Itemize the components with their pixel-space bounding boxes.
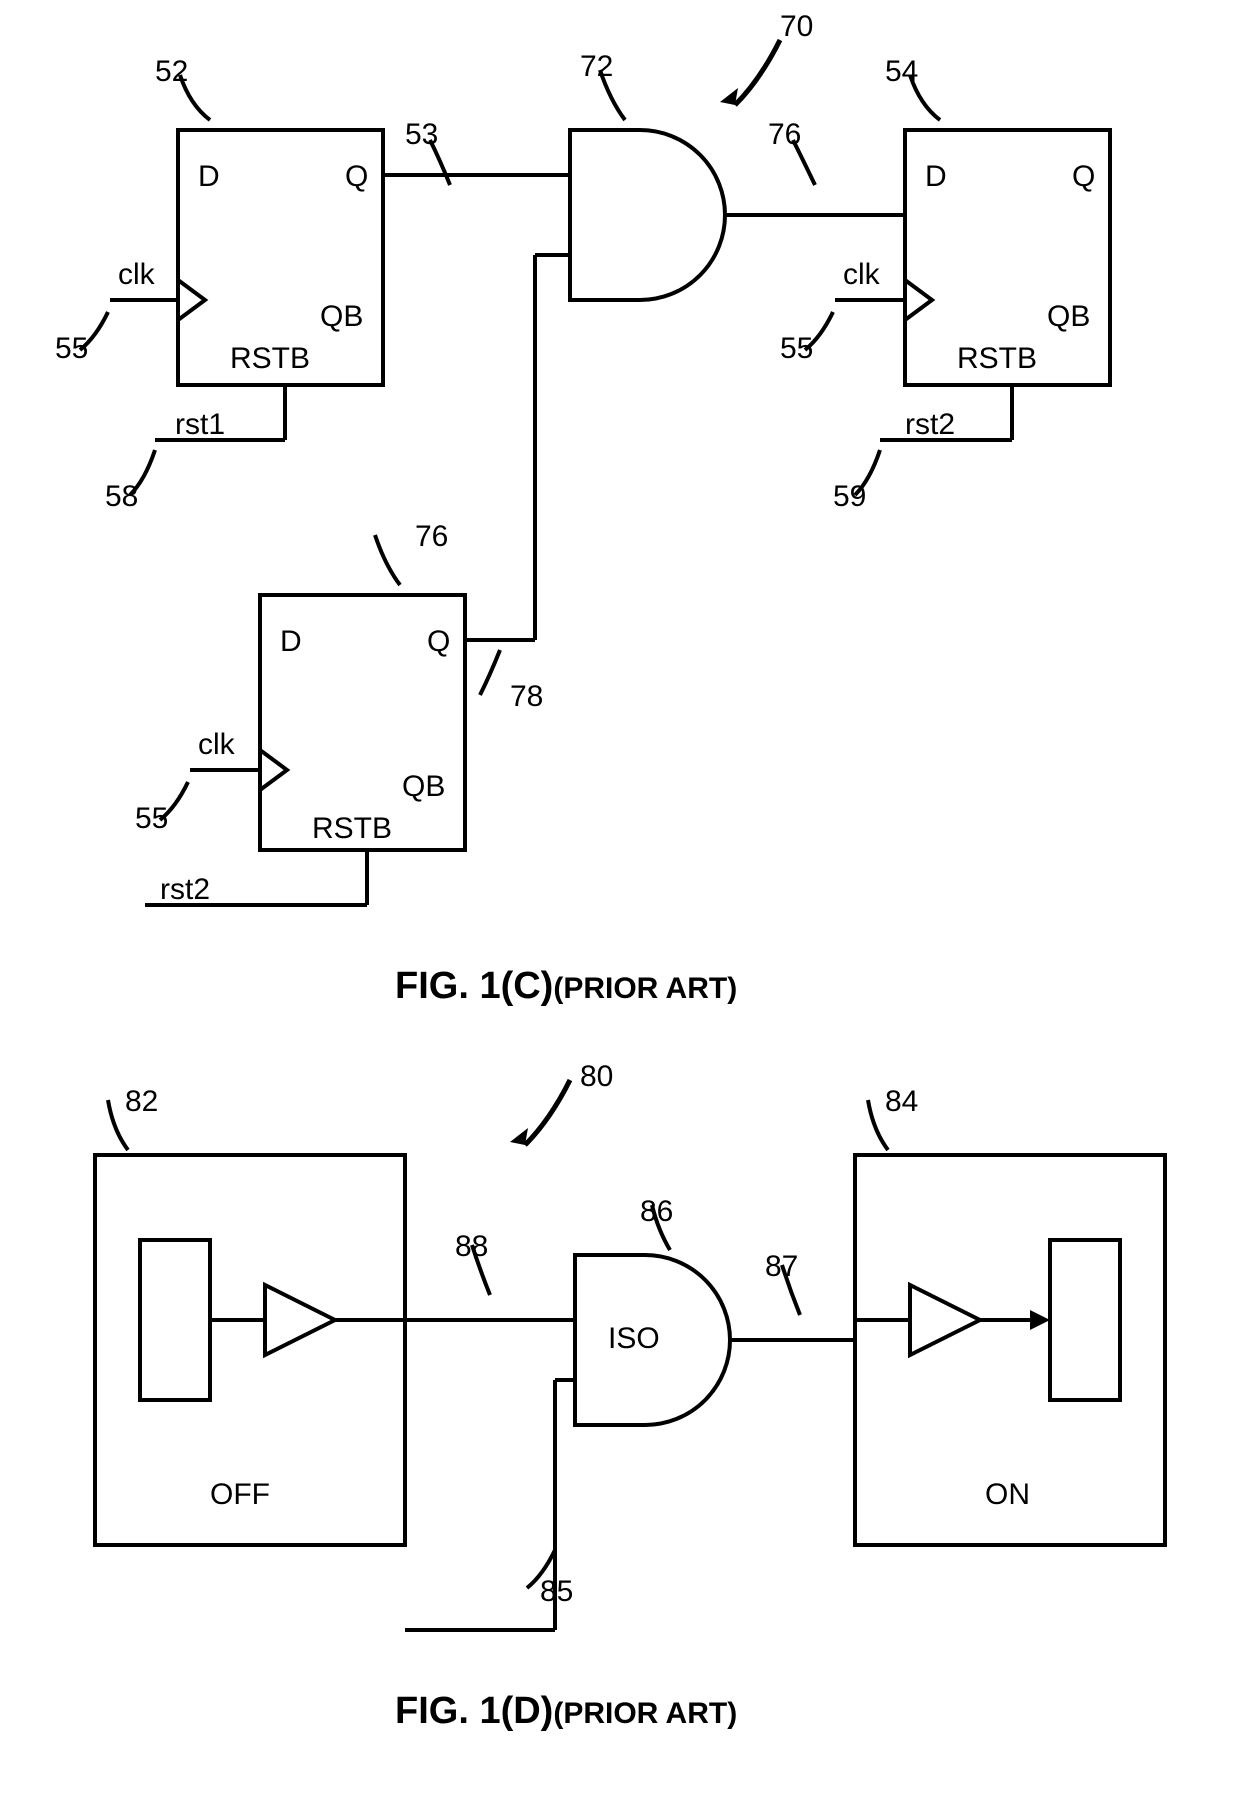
ref-54: 54	[885, 55, 918, 89]
ff3-rstb-label: RSTB	[312, 812, 392, 846]
ff3-q-label: Q	[427, 625, 450, 659]
ref-72: 72	[580, 50, 613, 84]
ref-53: 53	[405, 118, 438, 152]
ref-76-ff: 76	[415, 520, 448, 554]
ff2-rstb-label: RSTB	[957, 342, 1037, 376]
ref-58: 58	[105, 480, 138, 514]
off-label: OFF	[210, 1478, 270, 1512]
ff3-qb-label: QB	[402, 770, 445, 804]
ff1-qb-label: QB	[320, 300, 363, 334]
fig-c-caption: FIG. 1(C)(PRIOR ART)	[395, 965, 737, 1008]
ff1-rstb-label: RSTB	[230, 342, 310, 376]
ref-52: 52	[155, 55, 188, 89]
page: 52 D Q QB RSTB clk 55 rst1 58 53 54 D Q …	[0, 0, 1240, 1818]
ff3-clk-label: clk	[198, 728, 235, 762]
ff1-d-label: D	[198, 160, 220, 194]
ff2-clk-label: clk	[843, 258, 880, 292]
ref-70: 70	[780, 10, 813, 44]
ref-59: 59	[833, 480, 866, 514]
ref-78: 78	[510, 680, 543, 714]
ref-76-wire: 76	[768, 118, 801, 152]
on-label: ON	[985, 1478, 1030, 1512]
ff2-clk-ref: 55	[780, 332, 813, 366]
ref-84: 84	[885, 1085, 918, 1119]
ref-82: 82	[125, 1085, 158, 1119]
ff3-d-label: D	[280, 625, 302, 659]
ff2-d-label: D	[925, 160, 947, 194]
ref-80: 80	[580, 1060, 613, 1094]
ff1-clk-label: clk	[118, 258, 155, 292]
ref-87: 87	[765, 1250, 798, 1284]
ff1-q-label: Q	[345, 160, 368, 194]
fig-d-svg	[0, 1060, 1240, 1760]
ff2-q-label: Q	[1072, 160, 1095, 194]
rst2b-label: rst2	[160, 873, 210, 907]
ref-88: 88	[455, 1230, 488, 1264]
rst1-label: rst1	[175, 408, 225, 442]
ff1-clk-ref: 55	[55, 332, 88, 366]
ref-86: 86	[640, 1195, 673, 1229]
iso-label: ISO	[608, 1322, 660, 1356]
rst2-label: rst2	[905, 408, 955, 442]
fig-c-svg	[0, 0, 1240, 1000]
fig-d-caption: FIG. 1(D)(PRIOR ART)	[395, 1690, 737, 1733]
ff3-clk-ref: 55	[135, 802, 168, 836]
ff2-qb-label: QB	[1047, 300, 1090, 334]
ref-85: 85	[540, 1575, 573, 1609]
